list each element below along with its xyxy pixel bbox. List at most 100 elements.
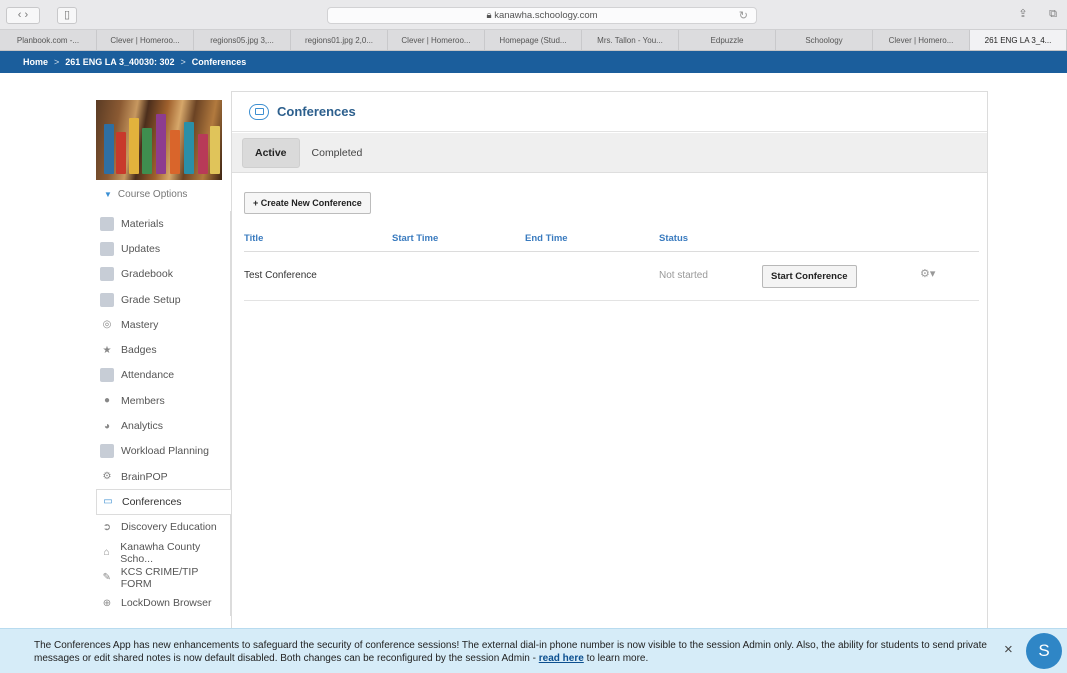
column-end-time[interactable]: End Time bbox=[525, 233, 568, 244]
sidebar-item-label: Mastery bbox=[121, 318, 159, 331]
caret-down-icon: ▼ bbox=[104, 190, 112, 199]
close-icon[interactable]: × bbox=[1004, 641, 1013, 658]
tab-active[interactable]: Active bbox=[242, 137, 300, 168]
browser-tab[interactable]: Planbook.com -... bbox=[0, 30, 97, 50]
browser-tab[interactable]: Clever | Homero... bbox=[873, 30, 970, 50]
sidebar-item-label: Badges bbox=[121, 344, 157, 357]
address-bar[interactable]: 🔒︎ kanawha.schoology.com ↻ bbox=[327, 7, 757, 24]
browser-tab[interactable]: regions05.jpg 3,... bbox=[194, 30, 291, 50]
notification-suffix: to learn more. bbox=[586, 653, 649, 664]
course-options-label: Course Options bbox=[117, 189, 188, 200]
back-forward-buttons[interactable]: ‹ › bbox=[6, 7, 40, 24]
sidebar-item-attendance[interactable]: Attendance bbox=[96, 362, 231, 389]
grade-setup-icon bbox=[100, 292, 114, 307]
sidebar-item-grade-setup[interactable]: Grade Setup bbox=[96, 286, 231, 313]
sidebar-item-brainpop[interactable]: ⚙ BrainPOP bbox=[96, 463, 231, 490]
sidebar-item-analytics[interactable]: ◕ Analytics bbox=[96, 413, 231, 439]
browser-tab-strip: Planbook.com -... Clever | Homeroo... re… bbox=[0, 30, 1067, 51]
gear-menu-icon[interactable]: ⚙▾ bbox=[920, 267, 935, 280]
sidebar-item-members[interactable]: ● Members bbox=[96, 388, 231, 414]
sidebar-item-kanawha-county[interactable]: ⌂ Kanawha County Scho... bbox=[96, 539, 231, 566]
sidebar-item-updates[interactable]: Updates bbox=[96, 236, 231, 262]
book-shape bbox=[156, 114, 166, 174]
browser-tab[interactable]: Clever | Homeroo... bbox=[97, 30, 194, 50]
sidebar-item-label: Discovery Education bbox=[121, 521, 217, 534]
sidebar-item-label: Kanawha County Scho... bbox=[120, 540, 201, 565]
breadcrumb-separator: > bbox=[180, 57, 186, 67]
book-shape bbox=[116, 132, 126, 174]
breadcrumb-home[interactable]: Home bbox=[23, 57, 48, 67]
breadcrumb-separator: > bbox=[54, 57, 60, 67]
start-conference-button[interactable]: Start Conference bbox=[762, 265, 857, 288]
materials-icon bbox=[100, 216, 114, 231]
conferences-panel: Conferences Active Completed + Create Ne… bbox=[231, 91, 988, 651]
column-status[interactable]: Status bbox=[659, 233, 688, 244]
sidebar-item-label: Materials bbox=[121, 217, 164, 230]
table-row: Test Conference Not started Start Confer… bbox=[244, 253, 979, 301]
sidebar-nav: Materials Updates Gradebook Grade Setup … bbox=[96, 211, 231, 616]
browser-toolbar: ‹ › ▯ 🔒︎ kanawha.schoology.com ↻ ⇪ ⧉ bbox=[0, 0, 1067, 30]
course-image bbox=[96, 100, 222, 180]
browser-tab[interactable]: Clever | Homeroo... bbox=[388, 30, 485, 50]
kanawha-icon: ⌂ bbox=[103, 547, 110, 558]
tab-completed[interactable]: Completed bbox=[300, 138, 375, 168]
analytics-icon: ◕ bbox=[103, 420, 111, 432]
browser-tab[interactable]: Mrs. Tallon - You... bbox=[582, 30, 679, 50]
browser-tab[interactable]: regions01.jpg 2,0... bbox=[291, 30, 388, 50]
browser-tab-active[interactable]: 261 ENG LA 3_4... bbox=[970, 30, 1067, 50]
sidebar-item-mastery[interactable]: ◎ Mastery bbox=[96, 312, 231, 338]
sidebar-item-discovery-education[interactable]: ➲ Discovery Education bbox=[96, 514, 231, 540]
book-shape bbox=[210, 126, 220, 174]
sidebar-item-gradebook[interactable]: Gradebook bbox=[96, 261, 231, 287]
conference-camera-icon bbox=[249, 103, 269, 120]
panel-header: Conferences bbox=[232, 92, 987, 132]
sidebar-item-label: Analytics bbox=[121, 420, 164, 433]
sidebar-item-badges[interactable]: ★ Badges bbox=[96, 337, 231, 363]
notification-text: The Conferences App has new enhancements… bbox=[34, 639, 994, 665]
brainpop-icon: ⚙ bbox=[102, 471, 112, 483]
reload-icon[interactable]: ↻ bbox=[739, 9, 748, 24]
sidebar-item-label: Updates bbox=[121, 242, 161, 255]
browser-tab[interactable]: Schoology bbox=[776, 30, 873, 50]
book-shape bbox=[184, 122, 194, 174]
support-chat-button[interactable]: S bbox=[1026, 633, 1062, 669]
mastery-icon: ◎ bbox=[102, 319, 112, 331]
book-shape bbox=[198, 134, 208, 174]
lockdown-icon: ⊕ bbox=[102, 597, 112, 609]
sidebar-item-workload-planning[interactable]: Workload Planning bbox=[96, 438, 231, 464]
conference-title: Test Conference bbox=[244, 270, 317, 281]
gradebook-icon bbox=[100, 267, 114, 282]
notification-banner: The Conferences App has new enhancements… bbox=[0, 628, 1067, 673]
sidebar-item-label: KCS CRIME/TIP FORM bbox=[120, 565, 199, 590]
attendance-icon bbox=[100, 368, 114, 383]
sidebar-item-materials[interactable]: Materials bbox=[96, 211, 231, 237]
table-header: Title Start Time End Time Status bbox=[244, 230, 979, 252]
workload-icon bbox=[100, 444, 114, 459]
column-start-time[interactable]: Start Time bbox=[392, 233, 438, 244]
sidebar-item-label: Members bbox=[121, 394, 165, 407]
conferences-icon: ▭ bbox=[103, 496, 113, 508]
sidebar-item-label: Gradebook bbox=[121, 268, 173, 281]
sidebar-item-label: LockDown Browser bbox=[121, 597, 212, 610]
browser-tab[interactable]: Homepage (Stud... bbox=[485, 30, 582, 50]
sidebar-item-lockdown-browser[interactable]: ⊕ LockDown Browser bbox=[96, 590, 231, 616]
notification-message: The Conferences App has new enhancements… bbox=[34, 640, 987, 664]
share-icon[interactable]: ⇪ bbox=[1014, 7, 1032, 24]
sidebar-toggle-icon[interactable]: ▯ bbox=[57, 7, 77, 24]
course-options-toggle[interactable]: ▼ Course Options bbox=[104, 189, 187, 200]
sidebar-item-label: Conferences bbox=[122, 495, 182, 508]
column-title[interactable]: Title bbox=[244, 233, 263, 244]
sidebar-item-conferences[interactable]: ▭ Conferences bbox=[96, 489, 231, 515]
tabs-overview-icon[interactable]: ⧉ bbox=[1044, 7, 1062, 24]
sidebar-item-kcs-crime-tip[interactable]: ✎ KCS CRIME/TIP FORM bbox=[96, 565, 231, 591]
browser-tab[interactable]: Edpuzzle bbox=[679, 30, 776, 50]
crime-tip-icon: ✎ bbox=[102, 572, 112, 584]
conference-status: Not started bbox=[659, 270, 708, 281]
sidebar-item-label: BrainPOP bbox=[121, 470, 168, 483]
sidebar-item-label: Workload Planning bbox=[121, 445, 209, 458]
sidebar-item-label: Attendance bbox=[121, 369, 175, 382]
read-here-link[interactable]: read here bbox=[539, 653, 584, 664]
breadcrumb: Home > 261 ENG LA 3_40030: 302 > Confere… bbox=[0, 51, 1067, 73]
breadcrumb-course[interactable]: 261 ENG LA 3_40030: 302 bbox=[65, 57, 174, 67]
create-new-conference-button[interactable]: + Create New Conference bbox=[244, 192, 371, 214]
